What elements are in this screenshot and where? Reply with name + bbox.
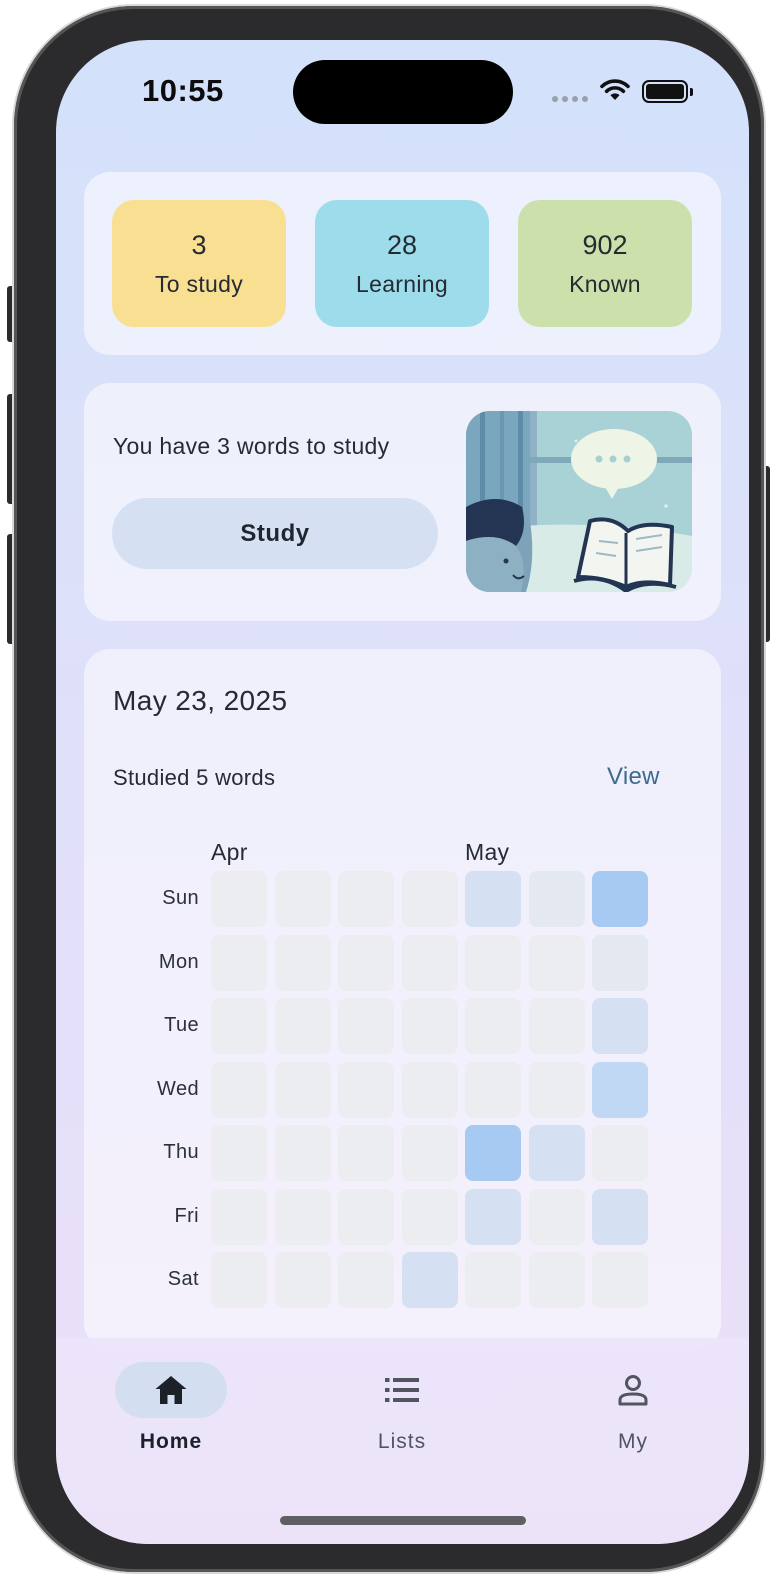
heatmap-cell[interactable] xyxy=(401,1061,458,1118)
heatmap-cell[interactable] xyxy=(274,998,331,1054)
month-label-may: May xyxy=(465,839,510,865)
stat-label: To study xyxy=(154,270,244,297)
heatmap-cell[interactable] xyxy=(211,1061,267,1118)
day-label-mon: Mon xyxy=(158,950,199,973)
heatmap-cell[interactable] xyxy=(274,1061,331,1118)
heatmap-cell[interactable] xyxy=(465,1252,521,1308)
studied-summary: Studied 5 words xyxy=(113,765,276,790)
day-label-tue: Tue xyxy=(164,1014,199,1036)
activity-card: May 23, 2025 Studied 5 words View Apr Ma… xyxy=(84,649,721,1349)
heatmap-cell[interactable] xyxy=(592,1061,648,1118)
heatmap-cell[interactable] xyxy=(338,1252,394,1308)
stat-value: 3 xyxy=(191,229,207,260)
heatmap-cell[interactable] xyxy=(465,934,521,991)
heatmap-cell[interactable] xyxy=(338,934,394,991)
stat-learning[interactable]: 28 Learning xyxy=(315,200,489,327)
heatmap-cell[interactable] xyxy=(338,998,394,1054)
tab-home-label: Home xyxy=(139,1430,203,1453)
tab-bar: Home Lists My xyxy=(56,1338,749,1544)
heatmap-cell[interactable] xyxy=(401,1188,458,1245)
heatmap-cell[interactable] xyxy=(528,934,585,991)
stat-value: 28 xyxy=(386,229,418,260)
study-message: You have 3 words to study xyxy=(113,433,390,459)
tab-my-indicator xyxy=(577,1362,689,1418)
heatmap-cell[interactable] xyxy=(465,998,521,1054)
heatmap-cell[interactable] xyxy=(211,871,267,927)
heatmap-cell[interactable] xyxy=(211,1125,267,1181)
heatmap-cell[interactable] xyxy=(401,1252,458,1308)
day-label-sat: Sat xyxy=(167,1268,199,1290)
heatmap-cell[interactable] xyxy=(592,934,648,991)
day-label-thu: Thu xyxy=(163,1141,199,1163)
heatmap-cell[interactable] xyxy=(211,998,267,1054)
heatmap-cell[interactable] xyxy=(528,1188,585,1245)
tab-home-indicator xyxy=(115,1362,227,1418)
heatmap-cell[interactable] xyxy=(401,998,458,1054)
tab-lists[interactable]: Lists xyxy=(346,1362,458,1454)
phone-frame: 10:55 3 To study 28 Learning 902 Known Y… xyxy=(14,6,764,1572)
stat-to-study[interactable]: 3 To study xyxy=(112,200,286,327)
stat-value: 902 xyxy=(582,229,628,260)
heatmap-cell[interactable] xyxy=(528,998,585,1054)
heatmap-cell[interactable] xyxy=(401,1125,458,1181)
stats-card: 3 To study 28 Learning 902 Known xyxy=(84,172,721,355)
tab-my[interactable]: My xyxy=(577,1362,689,1454)
heatmap-cell[interactable] xyxy=(274,1188,331,1245)
heatmap-cell[interactable] xyxy=(465,1125,521,1181)
tab-lists-indicator xyxy=(346,1362,458,1418)
heatmap-cell[interactable] xyxy=(592,871,648,927)
reading-illustration xyxy=(466,411,692,592)
tab-my-label: My xyxy=(618,1430,648,1453)
stat-label: Learning xyxy=(356,270,448,297)
heatmap-cell[interactable] xyxy=(274,871,331,927)
person-icon xyxy=(618,1375,648,1406)
heatmap-cell[interactable] xyxy=(338,1125,394,1181)
tab-home[interactable]: Home xyxy=(115,1362,227,1454)
heatmap-cell[interactable] xyxy=(528,1061,585,1118)
heatmap-cell[interactable] xyxy=(338,1188,394,1245)
heatmap-cell[interactable] xyxy=(465,1061,521,1118)
heatmap-cell[interactable] xyxy=(592,998,648,1054)
heatmap-cell[interactable] xyxy=(274,1252,331,1308)
screen: 10:55 3 To study 28 Learning 902 Known Y… xyxy=(56,40,749,1544)
heatmap-cell[interactable] xyxy=(528,871,585,927)
status-time: 10:55 xyxy=(142,73,224,108)
heatmap-cell[interactable] xyxy=(401,871,458,927)
list-icon xyxy=(385,1378,419,1402)
heatmap-cell[interactable] xyxy=(274,934,331,991)
tab-lists-label: Lists xyxy=(377,1430,427,1453)
cellular-signal-icon xyxy=(552,96,588,102)
day-label-fri: Fri xyxy=(174,1204,199,1227)
heatmap-cell[interactable] xyxy=(592,1252,648,1308)
heatmap-cell[interactable] xyxy=(465,1188,521,1245)
view-link[interactable]: View xyxy=(607,763,660,791)
heatmap-cell[interactable] xyxy=(211,934,267,991)
heatmap-cell[interactable] xyxy=(401,934,458,991)
heatmap-cell[interactable] xyxy=(465,871,521,927)
heatmap-cell[interactable] xyxy=(592,1125,648,1181)
stat-known[interactable]: 902 Known xyxy=(518,200,692,327)
day-label-sun: Sun xyxy=(162,887,199,909)
day-label-wed: Wed xyxy=(157,1077,199,1100)
study-button[interactable]: Study xyxy=(112,498,438,569)
activity-date: May 23, 2025 xyxy=(113,685,288,716)
study-card: You have 3 words to study Study xyxy=(84,383,721,621)
heatmap-cell[interactable] xyxy=(528,1125,585,1181)
heatmap-cell[interactable] xyxy=(528,1252,585,1308)
home-indicator xyxy=(280,1516,526,1525)
dynamic-island xyxy=(293,60,513,124)
heatmap-cell[interactable] xyxy=(211,1252,267,1308)
stat-label: Known xyxy=(569,270,641,297)
wifi-icon xyxy=(600,79,630,100)
heatmap-cell[interactable] xyxy=(211,1188,267,1245)
battery-icon xyxy=(642,80,693,103)
heatmap-cell[interactable] xyxy=(338,871,394,927)
heatmap-cell[interactable] xyxy=(274,1125,331,1181)
home-icon xyxy=(155,1376,187,1404)
heatmap-cell[interactable] xyxy=(338,1061,394,1118)
heatmap-cell[interactable] xyxy=(592,1188,648,1245)
month-label-apr: Apr xyxy=(211,839,248,865)
